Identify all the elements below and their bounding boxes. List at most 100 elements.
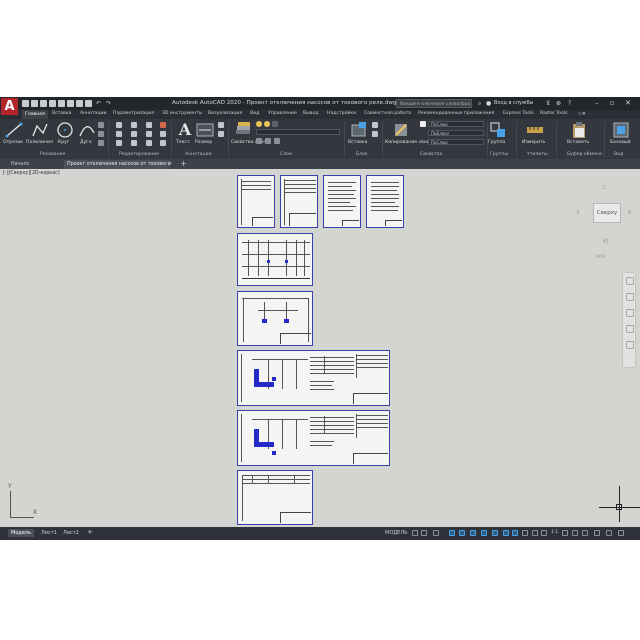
save-icon[interactable] (40, 100, 47, 107)
gear-icon[interactable] (562, 530, 568, 536)
infer-constraints-icon[interactable] (433, 530, 439, 536)
tab-visualize[interactable]: Визуализация (208, 111, 242, 116)
array-icon[interactable] (146, 140, 152, 146)
ellipse-icon[interactable] (98, 140, 104, 146)
viewcube[interactable]: Сверху (593, 203, 621, 223)
polar-tracking-icon[interactable] (470, 530, 476, 536)
steering-wheel-icon[interactable] (626, 277, 634, 285)
object-snap-icon[interactable] (503, 530, 509, 536)
save-as-icon[interactable] (49, 100, 56, 107)
bulb-icon[interactable] (256, 121, 262, 127)
tab-addins[interactable]: Надстройки (327, 111, 356, 116)
linetype-dropdown[interactable]: ПоБлоку (428, 130, 484, 136)
autocad-logo[interactable]: A (1, 98, 18, 115)
sheet-title[interactable] (280, 175, 318, 228)
table-icon[interactable] (218, 131, 224, 137)
sheet-layout[interactable] (237, 291, 313, 346)
leader-icon[interactable] (218, 122, 224, 128)
help-icon[interactable]: ? (568, 99, 571, 108)
edit-block-icon[interactable] (372, 131, 378, 137)
dynamic-input-icon[interactable] (449, 530, 455, 536)
line-icon[interactable] (5, 121, 23, 139)
layer-dropdown[interactable] (256, 129, 340, 135)
zoom-icon[interactable] (626, 309, 634, 317)
circle-icon[interactable] (56, 121, 74, 139)
arc-button[interactable]: Дуга (80, 140, 92, 145)
orbit-icon[interactable] (626, 325, 634, 333)
showmotion-icon[interactable] (626, 341, 634, 349)
polyline-button[interactable]: Полилиния (26, 140, 53, 145)
undo-icon[interactable]: ↶ (96, 100, 103, 107)
sheet-cover[interactable] (237, 175, 275, 228)
paste-icon[interactable] (570, 121, 588, 139)
restore-icon[interactable]: ▫ (610, 99, 615, 108)
model-space-toggle[interactable]: МОДЕЛЬ (385, 530, 408, 536)
tab-drawing[interactable]: Проект отключения насосов от токового ре… (64, 160, 170, 169)
tab-3d-tools[interactable]: 3D инструменты (162, 111, 202, 116)
clean-screen-icon[interactable] (606, 530, 612, 536)
create-block-icon[interactable] (372, 122, 378, 128)
offset-icon[interactable] (160, 140, 166, 146)
user-icon[interactable]: ● (486, 99, 491, 108)
lineweight-icon[interactable] (512, 530, 518, 536)
customization-icon[interactable] (618, 530, 624, 536)
insert-block-button[interactable]: Вставка (348, 140, 367, 145)
tab-insert[interactable]: Вставка (52, 111, 71, 116)
group-button[interactable]: Группа (488, 140, 505, 145)
arc-icon[interactable] (78, 121, 96, 139)
hatch-icon[interactable] (98, 131, 104, 137)
drawing-canvas[interactable]: [-][Сверху][2D-каркас] Сверху С Ю З В МС… (0, 169, 640, 525)
compass-south[interactable]: Ю (603, 239, 608, 245)
web-save-icon[interactable] (67, 100, 74, 107)
add-layout-icon[interactable]: + (84, 528, 96, 536)
paste-button[interactable]: Вставить (567, 140, 589, 145)
base-view-icon[interactable] (612, 121, 630, 139)
stretch-icon[interactable] (116, 140, 122, 146)
exchange-icon[interactable]: ⊗ (556, 99, 561, 108)
fillet-icon[interactable] (146, 131, 152, 137)
annotation-scale[interactable]: 1:1 (551, 530, 558, 535)
print-icon[interactable] (85, 100, 92, 107)
pan-icon[interactable] (626, 293, 634, 301)
web-open-icon[interactable] (58, 100, 65, 107)
new-tab-icon[interactable]: + (180, 159, 187, 169)
sheet-specification[interactable] (237, 470, 313, 525)
layer-state-icon[interactable] (256, 138, 262, 144)
grid-icon[interactable] (412, 530, 418, 536)
tab-express-tools[interactable]: Express Tools (503, 111, 534, 116)
color-swatch-icon[interactable] (420, 121, 426, 127)
plot-icon[interactable] (76, 100, 83, 107)
layer-off-icon[interactable] (274, 138, 280, 144)
object-snap-tracking-icon[interactable] (492, 530, 498, 536)
circle-button[interactable]: Круг (58, 140, 69, 145)
layout-tab-model[interactable]: Модель (8, 529, 35, 537)
tab-view[interactable]: Вид (250, 111, 259, 116)
dimension-button[interactable]: Размер (195, 140, 212, 145)
layer-properties-icon[interactable] (234, 121, 252, 139)
compass-east[interactable]: В (628, 210, 631, 216)
copy-icon[interactable] (116, 131, 122, 137)
viewport-controls[interactable]: [-][Сверху][2D-каркас] (3, 171, 60, 176)
hardware-acceleration-icon[interactable] (594, 530, 600, 536)
layer-match-icon[interactable] (265, 138, 271, 144)
transparency-icon[interactable] (522, 530, 528, 536)
sheet-wiring-b[interactable] (237, 410, 390, 466)
sheet-text-2[interactable] (366, 175, 404, 228)
isolate-objects-icon[interactable] (582, 530, 588, 536)
move-icon[interactable] (116, 122, 122, 128)
cart-icon[interactable]: ⊻ (546, 99, 550, 108)
compass-north[interactable]: С (603, 185, 607, 191)
open-icon[interactable] (31, 100, 38, 107)
tab-output[interactable]: Вывод (303, 111, 318, 116)
search-icon[interactable]: ⌕ (478, 99, 481, 108)
insert-block-icon[interactable] (350, 121, 368, 139)
layout-tab-sheet2[interactable]: Лист2 (60, 529, 82, 537)
tab-parametric[interactable]: Параметризация (113, 111, 154, 116)
sheet-wiring-a[interactable] (237, 350, 390, 406)
polyline-icon[interactable] (31, 121, 49, 139)
lineweight-dropdown[interactable]: ПоСлою (428, 139, 484, 145)
new-icon[interactable] (22, 100, 29, 107)
sheet-text-1[interactable] (323, 175, 361, 228)
sun-icon[interactable] (264, 121, 270, 127)
text-button[interactable]: Текст (176, 140, 190, 145)
